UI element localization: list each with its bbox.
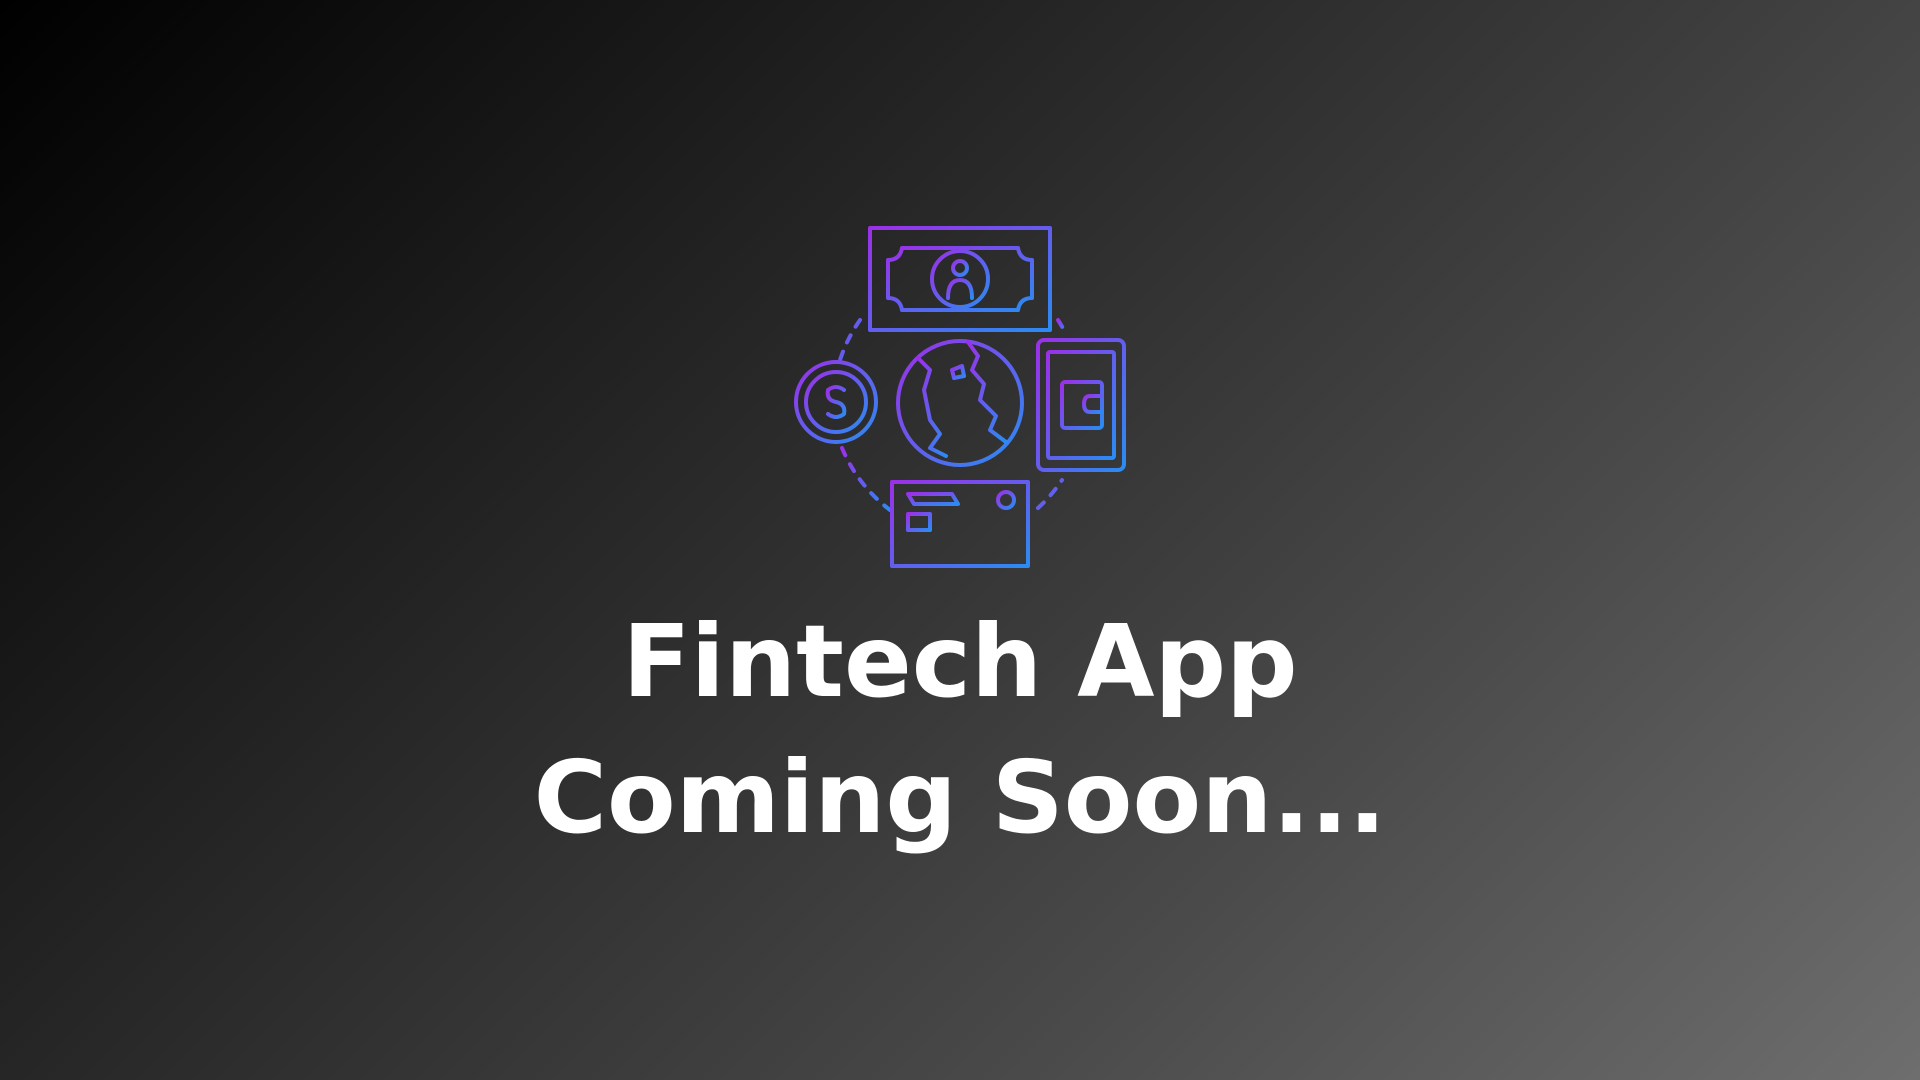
credit-card-icon — [890, 480, 1030, 568]
coin-icon — [794, 360, 878, 444]
phone-wallet-icon — [1036, 338, 1126, 472]
fintech-icon — [790, 220, 1130, 572]
globe-icon — [896, 339, 1024, 467]
headline-subtitle: Coming Soon... — [533, 739, 1387, 856]
banknote-icon — [868, 226, 1052, 332]
headline-title: Fintech App — [622, 603, 1298, 720]
splash-screen: { "illustration": { "icon": "fintech-ico… — [0, 0, 1920, 1080]
